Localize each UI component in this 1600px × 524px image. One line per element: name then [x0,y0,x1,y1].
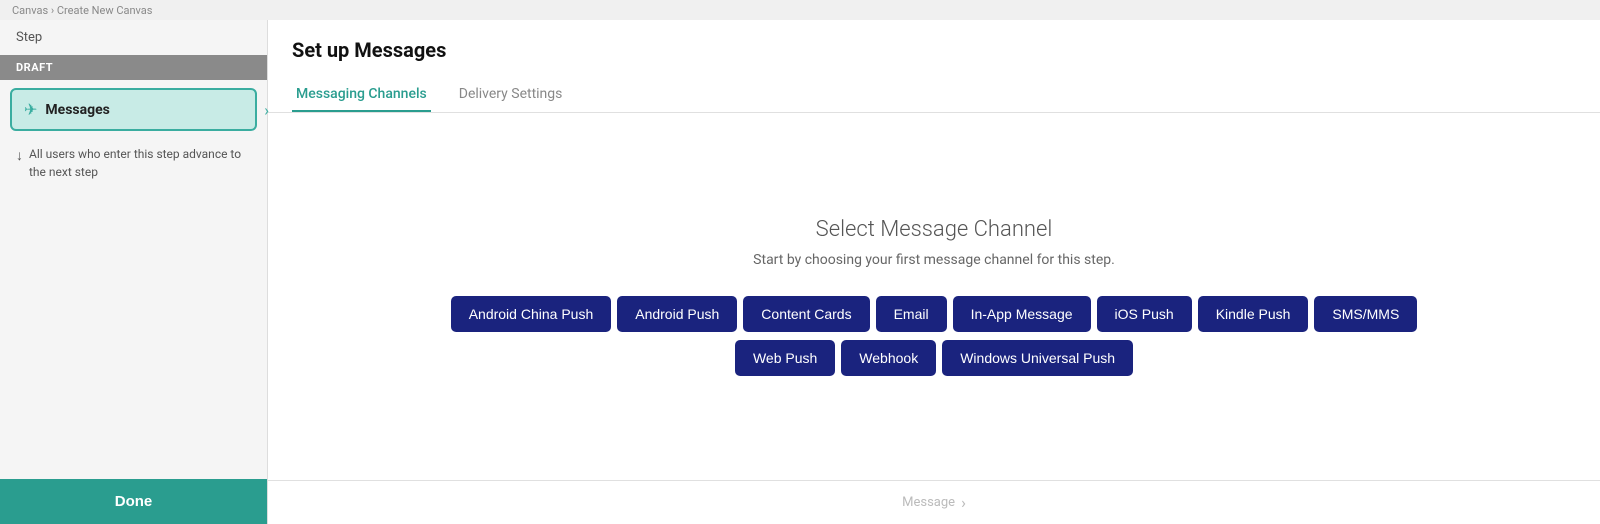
main-panel: Set up Messages Messaging Channels Deliv… [268,20,1600,524]
step-subtitle: ↓ All users who enter this step advance … [0,139,267,197]
panel-content: Select Message Channel Start by choosing… [268,113,1600,480]
messages-step-item[interactable]: ✈ Messages › [10,88,257,131]
sidebar: Step DRAFT ✈ Messages › ↓ All users who … [0,20,268,524]
breadcrumb: Canvas › Create New Canvas [12,4,152,17]
channel-email[interactable]: Email [876,296,947,332]
tab-messaging-channels[interactable]: Messaging Channels [292,78,431,112]
select-channel-subtitle: Start by choosing your first message cha… [753,252,1115,268]
select-channel-title: Select Message Channel [816,217,1053,242]
channel-android-china-push[interactable]: Android China Push [451,296,612,332]
done-button[interactable]: Done [0,479,267,524]
draft-badge: DRAFT [0,55,267,80]
arrow-down-icon: ↓ [16,146,23,167]
chevron-right-icon: › [264,100,269,119]
channel-webhook[interactable]: Webhook [841,340,936,376]
step-label: Step [0,20,267,55]
channel-buttons-row2: Web Push Webhook Windows Universal Push [735,340,1133,376]
channel-web-push[interactable]: Web Push [735,340,835,376]
footer-message-text: Message [902,495,955,510]
channel-ios-push[interactable]: iOS Push [1097,296,1192,332]
channel-in-app-message[interactable]: In-App Message [953,296,1091,332]
messages-icon: ✈ [24,100,37,119]
channel-android-push[interactable]: Android Push [617,296,737,332]
panel-footer: Message › [268,480,1600,524]
channel-content-cards[interactable]: Content Cards [743,296,869,332]
tab-bar: Messaging Channels Delivery Settings [292,78,1576,112]
channel-windows-universal-push[interactable]: Windows Universal Push [942,340,1133,376]
tab-delivery-settings[interactable]: Delivery Settings [455,78,567,112]
page-title: Set up Messages [292,38,1576,62]
messages-item-label: Messages [45,102,109,118]
channel-sms-mms[interactable]: SMS/MMS [1314,296,1417,332]
channel-buttons-row1: Android China Push Android Push Content … [451,296,1418,332]
panel-header: Set up Messages Messaging Channels Deliv… [268,20,1600,113]
footer-arrow-icon: › [961,493,966,512]
channel-kindle-push[interactable]: Kindle Push [1198,296,1309,332]
